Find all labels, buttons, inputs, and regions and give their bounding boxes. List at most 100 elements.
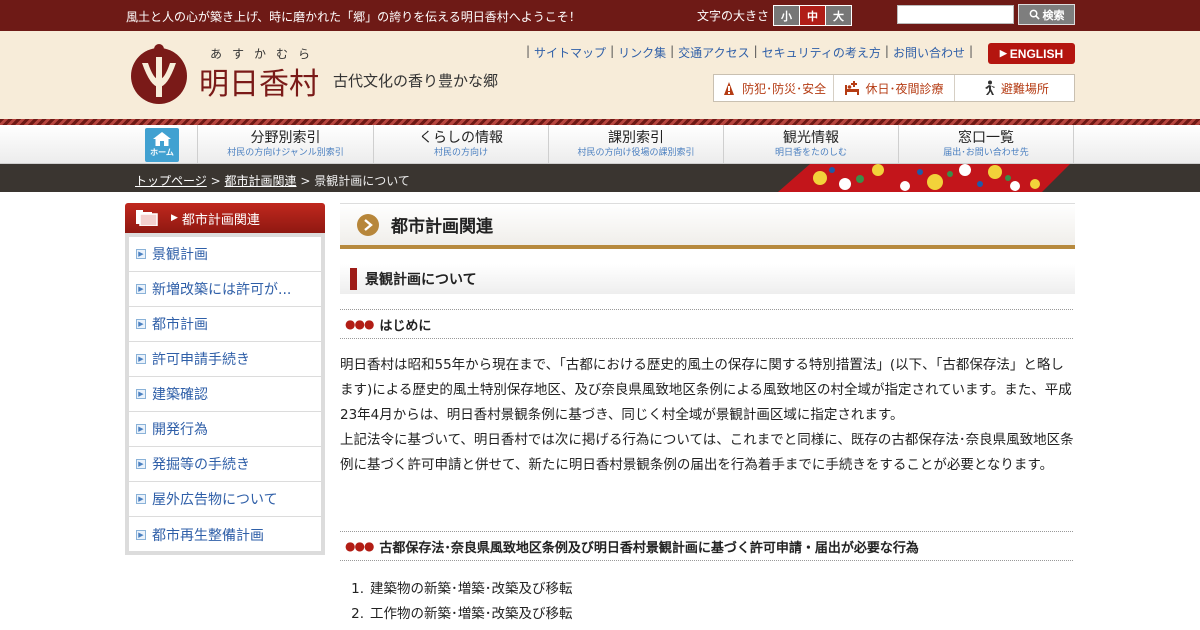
village-logo-icon[interactable] (128, 41, 190, 105)
nav-main-label: 観光情報 (783, 130, 839, 146)
search-input[interactable] (897, 5, 1014, 24)
contact-link[interactable]: お問い合わせ (893, 44, 965, 61)
section-dots: ●●● (345, 539, 374, 553)
nav-sub-label: 明日香をたのしむ (774, 148, 847, 158)
sidebar-item-label: 建築確認 (152, 387, 208, 403)
sidebar-item-permit-required[interactable]: ▶ 新増改築には許可が... (129, 272, 321, 307)
list-item-text: 建築物の新築･増築･改築及び移転 (370, 581, 573, 597)
breadcrumb-city-planning-link[interactable]: 都市計画関連 (224, 174, 296, 188)
links-page-link[interactable]: リンク集 (618, 44, 666, 61)
font-size-medium-button[interactable]: 中 (800, 6, 826, 25)
section-title: 古都保存法･奈良県風致地区条例及び明日香村景観計画に基づく許可申請・届出が必要な… (379, 540, 919, 556)
quick-links: 防犯･防災･安全 休日･夜間診療 避難場所 (713, 74, 1075, 102)
list-item: 1. 建築物の新築･増築･改築及び移転 (340, 577, 573, 602)
intro-paragraph: 明日香村は昭和55年から現在まで、「古都における歴史的風土の保存に関する特別措置… (340, 357, 1072, 423)
home-label: ホーム (150, 148, 174, 157)
arrow-bullet-icon: ▶ (136, 249, 146, 259)
sidebar-item-label: 発掘等の手続き (152, 457, 250, 473)
triangle-right-icon: ▶ (171, 213, 178, 223)
permit-list: 1. 建築物の新築･増築･改築及び移転 2. 工作物の新築･増築･改築及び移転 (340, 577, 573, 627)
access-link[interactable]: 交通アクセス (678, 44, 749, 61)
sidebar-item-label: 都市計画 (152, 317, 208, 333)
font-size-label: 文字の大きさ (697, 9, 770, 23)
folder-icon (136, 210, 158, 226)
nav-sub-label: 村民の方向け役場の課別索引 (577, 148, 695, 158)
sidebar-item-label: 許可申請手続き (152, 352, 250, 368)
safety-link[interactable]: 防犯･防災･安全 (714, 75, 835, 101)
sidebar-item-label: 都市再生整備計画 (152, 527, 264, 544)
subtitle-marker (350, 268, 357, 290)
sidebar-item-label: 景観計画 (152, 247, 208, 263)
arrow-bullet-icon: ▶ (136, 354, 146, 364)
site-header: あすかむら 明日香村 古代文化の香り豊かな郷 | サイトマップ | リンク集 | 交… (0, 31, 1200, 119)
font-size-small-button[interactable]: 小 (774, 6, 800, 25)
intro-paragraph: 上記法令に基づいて、明日香村では次に掲げる行為については、これまでと同様に、既存… (340, 432, 1074, 473)
search-button-label: 検索 (1042, 8, 1065, 22)
safety-icon (724, 82, 735, 95)
sidebar-header: ▶ 都市計画関連 (125, 203, 325, 233)
breadcrumb-current: 景観計画について (314, 174, 410, 188)
tagline: 古代文化の香り豊かな郷 (333, 72, 499, 90)
logo-name[interactable]: 明日香村 (199, 59, 319, 103)
safety-link-label: 防犯･防災･安全 (742, 81, 827, 96)
sidebar-item-label: 屋外広告物について (152, 492, 278, 508)
chevron-right-icon (357, 213, 379, 236)
evacuation-link-label: 避難場所 (1000, 81, 1049, 96)
sidebar-item-outdoor-ads[interactable]: ▶ 屋外広告物について (129, 482, 321, 517)
sidebar-item-urban-renewal[interactable]: ▶ 都市再生整備計画 (129, 517, 321, 552)
utility-links: | サイトマップ | リンク集 | 交通アクセス | セキュリティの考え方 | お問い合… (526, 44, 974, 61)
kimono-pattern-decoration (778, 164, 1070, 192)
arrow-bullet-icon: ▶ (136, 529, 146, 540)
evacuation-link[interactable]: 避難場所 (955, 75, 1074, 101)
list-item-text: 工作物の新築･増築･改築及び移転 (370, 606, 573, 622)
page-title: 都市計画関連 (391, 217, 493, 237)
nav-main-label: 課別索引 (608, 130, 664, 146)
sidebar-item-development[interactable]: ▶ 開発行為 (129, 412, 321, 447)
search-button[interactable]: 検索 (1018, 4, 1075, 25)
sidebar-title: 都市計画関連 (181, 212, 260, 228)
nav-sub-label: 村民の方向けジャンル別索引 (227, 148, 344, 158)
sidebar-item-landscape-plan[interactable]: ▶ 景観計画 (129, 237, 321, 272)
security-policy-link[interactable]: セキュリティの考え方 (762, 44, 881, 61)
english-button[interactable]: ▶ ENGLISH (988, 43, 1075, 64)
arrow-bullet-icon: ▶ (136, 284, 146, 294)
sidebar: ▶ 景観計画 ▶ 新増改築には許可が... ▶ 都市計画 ▶ 許可申請手続き ▶ 建築確認… (125, 233, 325, 555)
medical-link-label: 休日･夜間診療 (865, 81, 944, 96)
medical-link[interactable]: 休日･夜間診療 (834, 75, 955, 101)
sidebar-item-label: 新増改築には許可が... (152, 282, 292, 298)
arrow-bullet-icon: ▶ (136, 459, 146, 469)
english-label: ENGLISH (1009, 46, 1064, 61)
section-heading-intro: ●●● はじめに (340, 309, 1073, 339)
arrow-bullet-icon: ▶ (136, 389, 146, 399)
font-size-large-button[interactable]: 大 (826, 6, 851, 25)
arrow-bullet-icon: ▶ (136, 319, 146, 329)
nav-main-label: 窓口一覧 (958, 130, 1014, 146)
sidebar-item-excavation[interactable]: ▶ 発掘等の手続き (129, 447, 321, 482)
sidebar-item-label: 開発行為 (152, 422, 208, 438)
nav-tourism-info[interactable]: 観光情報 明日香をたのしむ (723, 125, 898, 164)
breadcrumb-top-link[interactable]: トップページ (135, 174, 207, 188)
home-icon (153, 132, 171, 146)
global-nav: ホーム 分野別索引 村民の方向けジャンル別索引 くらしの情報 村民の方向け 課別… (0, 125, 1200, 164)
running-person-icon (984, 80, 995, 95)
nav-living-info[interactable]: くらしの情報 村民の方向け (373, 125, 548, 164)
nav-counter-list[interactable]: 窓口一覧 届出･お問い合わせ先 (898, 125, 1074, 164)
nav-department-index[interactable]: 課別索引 村民の方向け役場の課別索引 (548, 125, 723, 164)
nav-main-label: くらしの情報 (419, 130, 503, 146)
font-size-switcher: 小 中 大 (773, 5, 852, 26)
sidebar-item-permit-procedure[interactable]: ▶ 許可申請手続き (129, 342, 321, 377)
triangle-right-icon: ▶ (999, 48, 1007, 58)
sidebar-item-building-confirmation[interactable]: ▶ 建築確認 (129, 377, 321, 412)
subtitle-bar: 景観計画について (340, 264, 1075, 294)
nav-category-index[interactable]: 分野別索引 村民の方向けジャンル別索引 (197, 125, 373, 164)
list-item: 2. 工作物の新築･増築･改築及び移転 (340, 602, 573, 627)
top-bar: 風土と人の心が築き上げ、時に磨かれた「郷」の誇りを伝える明日香村へようこそ！ 文… (0, 0, 1200, 31)
breadcrumb-band: トップページ > 都市計画関連 > 景観計画について (0, 164, 1200, 192)
breadcrumb: トップページ > 都市計画関連 > 景観計画について (135, 172, 410, 189)
nav-main-label: 分野別索引 (250, 130, 321, 146)
medical-bed-icon (845, 81, 860, 95)
search-icon (1029, 9, 1040, 20)
sitemap-link[interactable]: サイトマップ (534, 44, 606, 61)
sidebar-item-city-planning[interactable]: ▶ 都市計画 (129, 307, 321, 342)
home-button[interactable]: ホーム (145, 128, 179, 162)
